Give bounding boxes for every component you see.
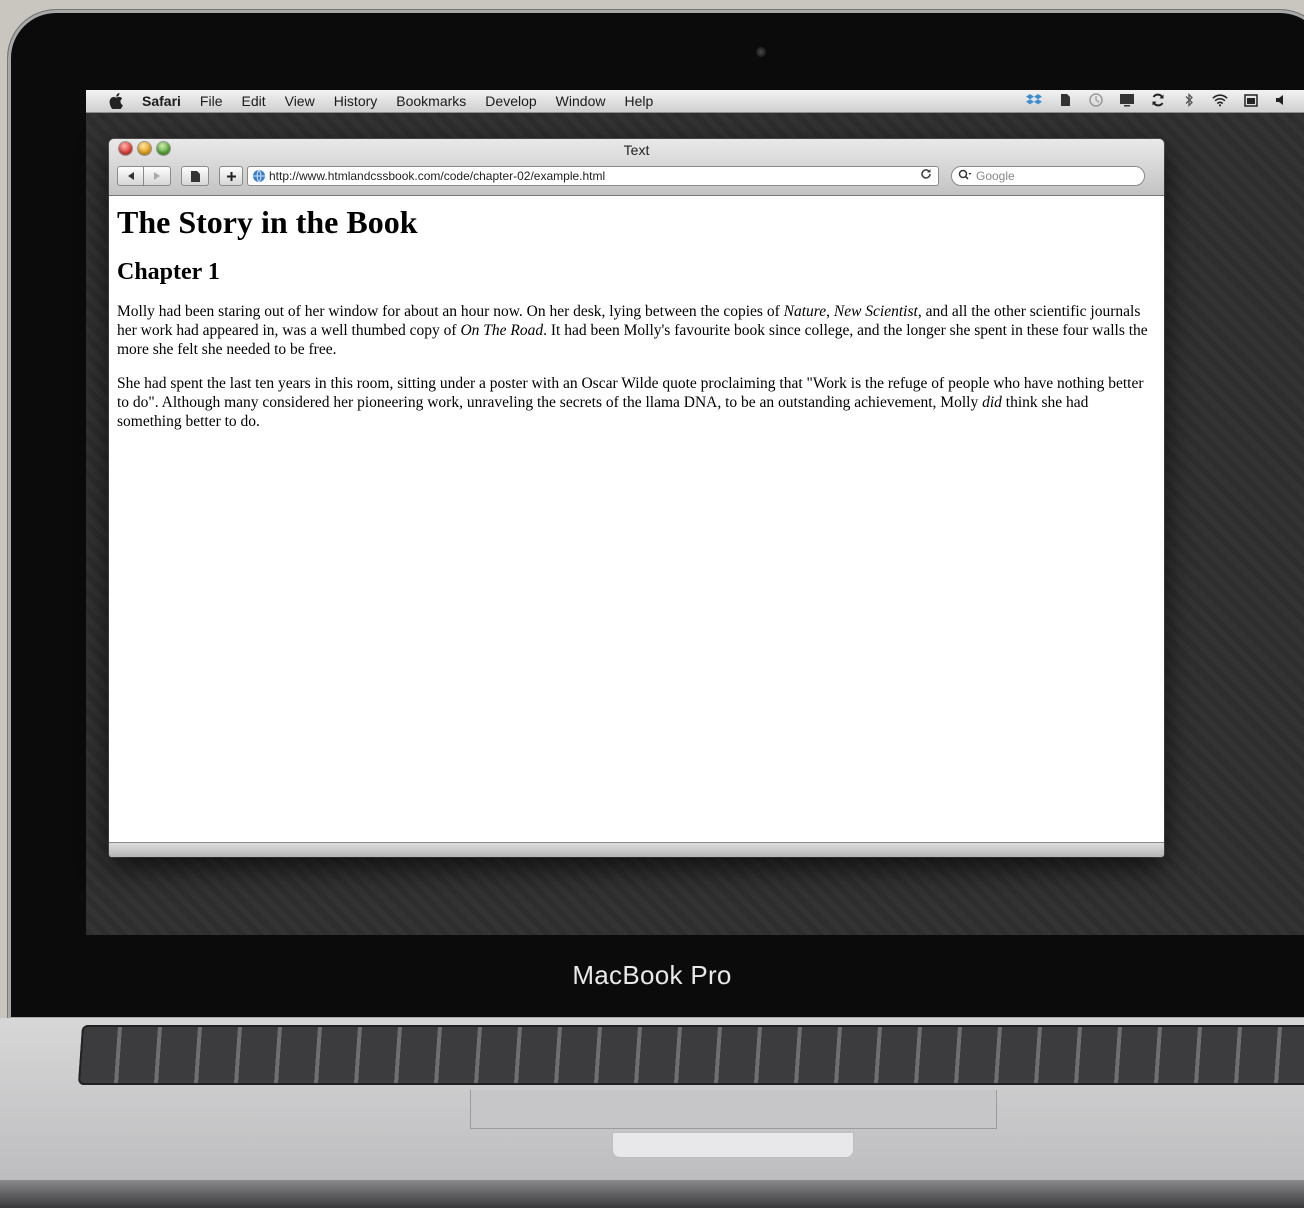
- menu-safari[interactable]: Safari: [142, 93, 181, 109]
- back-button[interactable]: [117, 166, 144, 186]
- reload-icon[interactable]: [920, 168, 932, 183]
- menu-history[interactable]: History: [334, 93, 378, 109]
- wifi-icon[interactable]: [1212, 93, 1228, 107]
- address-bar[interactable]: http://www.htmlandcssbook.com/code/chapt…: [247, 166, 939, 186]
- url-text: http://www.htmlandcssbook.com/code/chapt…: [269, 169, 606, 183]
- trackpad: [470, 1090, 997, 1129]
- p2-emphasis-did: did: [982, 394, 1002, 411]
- camera-icon: [756, 47, 766, 57]
- chapter-heading: Chapter 1: [117, 259, 220, 285]
- paragraph-1: Molly had been staring out of her window…: [117, 302, 1156, 359]
- volume-icon[interactable]: [1274, 93, 1290, 107]
- laptop-base-edge: [0, 1180, 1304, 1208]
- p1-emphasis-on-the-road: On The Road: [460, 322, 544, 339]
- forward-arrow-icon: [154, 172, 160, 180]
- time-machine-icon[interactable]: [1088, 93, 1104, 107]
- paragraph-2: She had spent the last ten years in this…: [117, 374, 1156, 431]
- menu-file[interactable]: File: [200, 93, 223, 109]
- window-status-bar: [109, 842, 1164, 857]
- sync-icon[interactable]: [1150, 93, 1166, 107]
- menu-extras: [1026, 93, 1290, 107]
- back-arrow-icon: [127, 172, 134, 180]
- web-page-content: The Story in the Book Chapter 1 Molly ha…: [109, 196, 1164, 843]
- menu-bar: Safari File Edit View History Bookmarks …: [86, 90, 1304, 113]
- display-icon[interactable]: [1119, 93, 1135, 107]
- page-heading: The Story in the Book: [117, 204, 418, 240]
- window-title: Text: [623, 142, 650, 158]
- evernote-icon[interactable]: [1057, 93, 1073, 107]
- p1-emphasis-new-scientist: New Scientist: [833, 303, 918, 320]
- globe-icon: [252, 169, 266, 183]
- device-brand-label: MacBook Pro: [572, 960, 732, 990]
- menu-window[interactable]: Window: [556, 93, 606, 109]
- evernote-icon: [191, 170, 200, 182]
- p1-text-b: ,: [826, 303, 834, 320]
- add-bookmark-button[interactable]: [219, 166, 243, 186]
- p1-emphasis-nature: Nature: [783, 303, 827, 320]
- keyboard: [77, 1025, 1304, 1085]
- evernote-button[interactable]: [181, 166, 209, 186]
- bluetooth-icon[interactable]: [1181, 93, 1197, 107]
- search-icon: [958, 169, 972, 184]
- apple-icon[interactable]: [108, 93, 124, 109]
- calendar-icon[interactable]: [1243, 93, 1259, 107]
- plus-icon: [226, 171, 236, 181]
- nav-buttons: [117, 166, 171, 186]
- forward-button[interactable]: [144, 166, 171, 186]
- lid-notch: [612, 1132, 854, 1158]
- safari-window: Text http://www.htmlandcssbook.com/code/…: [109, 139, 1164, 857]
- menu-view[interactable]: View: [285, 93, 315, 109]
- menu-develop[interactable]: Develop: [485, 93, 536, 109]
- menu-edit[interactable]: Edit: [241, 93, 265, 109]
- p1-text-a: Molly had been staring out of her window…: [117, 303, 784, 320]
- search-field[interactable]: Google: [951, 166, 1145, 186]
- dropbox-icon[interactable]: [1026, 93, 1042, 107]
- menu-bookmarks[interactable]: Bookmarks: [396, 93, 466, 109]
- window-titlebar: Text http://www.htmlandcssbook.com/code/…: [109, 139, 1164, 196]
- search-placeholder: Google: [976, 169, 1015, 183]
- menu-help[interactable]: Help: [624, 93, 653, 109]
- toolbar: http://www.htmlandcssbook.com/code/chapt…: [117, 164, 1156, 188]
